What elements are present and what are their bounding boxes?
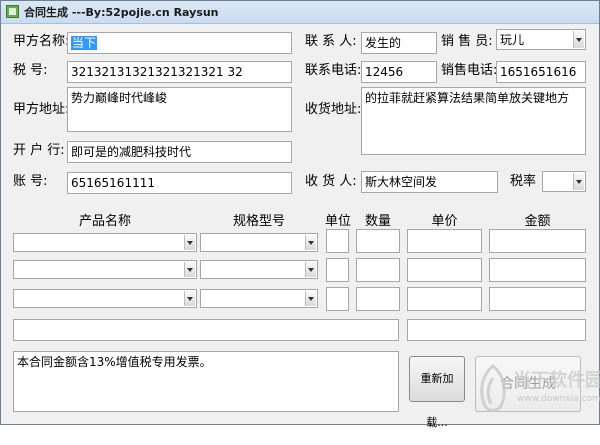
chevron-down-icon[interactable]	[305, 235, 316, 250]
receiver-input[interactable]: 斯大林空间发	[361, 171, 498, 193]
tax-no-input[interactable]: 32132131321321321321 32	[67, 61, 292, 83]
label-contact: 联 系 人:	[305, 34, 357, 49]
chevron-down-icon[interactable]	[305, 291, 316, 306]
row-3-spec-select[interactable]	[200, 289, 318, 308]
generate-contract-button[interactable]: 合同生成	[475, 356, 581, 412]
header-amount: 金额	[524, 214, 551, 229]
row-3-quantity-input[interactable]	[356, 287, 400, 311]
salesperson-value: 玩儿	[500, 33, 525, 47]
row-3-price-input[interactable]	[407, 287, 482, 311]
total-amount-field[interactable]	[407, 319, 586, 341]
row-2-unit-input[interactable]	[326, 258, 349, 282]
chevron-down-icon[interactable]	[184, 262, 195, 277]
label-tax-rate: 税率	[510, 174, 537, 189]
contract-generator-window: 合同生成 ---By:52pojie.cn Raysun 甲方名称: 税 号: …	[0, 0, 600, 429]
row-3-product-select[interactable]	[13, 289, 197, 308]
bank-input[interactable]: 即可是的减肥科技时代	[67, 141, 292, 163]
account-input[interactable]: 65165161111	[67, 172, 292, 194]
label-sales-phone: 销售电话:	[441, 63, 498, 78]
row-2-amount-input[interactable]	[489, 258, 586, 282]
sales-phone-input[interactable]: 1651651616	[496, 61, 586, 83]
tax-rate-select[interactable]	[542, 171, 586, 192]
row-1-price-input[interactable]	[407, 229, 482, 253]
chevron-down-icon[interactable]	[573, 31, 584, 48]
label-bank: 开 户 行:	[13, 143, 65, 158]
row-2-product-select[interactable]	[13, 260, 197, 279]
label-party-a-name: 甲方名称:	[13, 34, 70, 49]
label-tax-no: 税 号:	[13, 63, 48, 78]
reload-button[interactable]: 重新加载...	[409, 356, 465, 429]
label-receive-address: 收货地址:	[305, 102, 362, 117]
row-1-spec-select[interactable]	[200, 233, 318, 252]
row-2-quantity-input[interactable]	[356, 258, 400, 282]
chevron-down-icon[interactable]	[184, 235, 195, 250]
chevron-down-icon[interactable]	[305, 262, 316, 277]
label-contact-phone: 联系电话:	[305, 63, 362, 78]
contact-input[interactable]: 发生的	[361, 32, 437, 54]
contact-phone-input[interactable]: 12456	[361, 61, 437, 83]
chevron-down-icon[interactable]	[573, 173, 584, 190]
party-a-name-input[interactable]: 当下	[67, 32, 292, 54]
party-a-address-input[interactable]: 势力巅峰时代峰峻	[67, 87, 292, 132]
row-1-unit-input[interactable]	[326, 229, 349, 253]
row-2-spec-select[interactable]	[200, 260, 318, 279]
row-1-product-select[interactable]	[13, 233, 197, 252]
row-1-amount-input[interactable]	[489, 229, 586, 253]
header-spec: 规格型号	[232, 214, 285, 229]
window-title: 合同生成 ---By:52pojie.cn Raysun	[24, 6, 219, 19]
label-salesperson: 销 售 员:	[441, 34, 493, 49]
chevron-down-icon[interactable]	[184, 291, 195, 306]
header-product-name: 产品名称	[78, 214, 131, 229]
label-receiver: 收 货 人:	[305, 174, 357, 189]
label-account: 账 号:	[13, 174, 48, 189]
app-icon	[6, 5, 19, 18]
header-unit-price: 单价	[431, 214, 458, 229]
header-unit: 单位	[324, 214, 351, 229]
row-3-amount-input[interactable]	[489, 287, 586, 311]
receive-address-input[interactable]: 的拉菲就赶紧算法结果简单放关键地方	[361, 87, 586, 155]
party-a-name-value: 当下	[71, 36, 98, 50]
row-1-quantity-input[interactable]	[356, 229, 400, 253]
row-2-price-input[interactable]	[407, 258, 482, 282]
notes-textarea[interactable]: 本合同金额含13%增值税专用发票。	[13, 351, 399, 412]
title-bar: 合同生成 ---By:52pojie.cn Raysun	[1, 1, 599, 24]
row-3-unit-input[interactable]	[326, 287, 349, 311]
total-in-words-field[interactable]	[13, 319, 399, 341]
salesperson-select[interactable]: 玩儿	[496, 29, 586, 50]
label-party-a-address: 甲方地址:	[13, 102, 70, 117]
header-quantity: 数量	[364, 214, 391, 229]
